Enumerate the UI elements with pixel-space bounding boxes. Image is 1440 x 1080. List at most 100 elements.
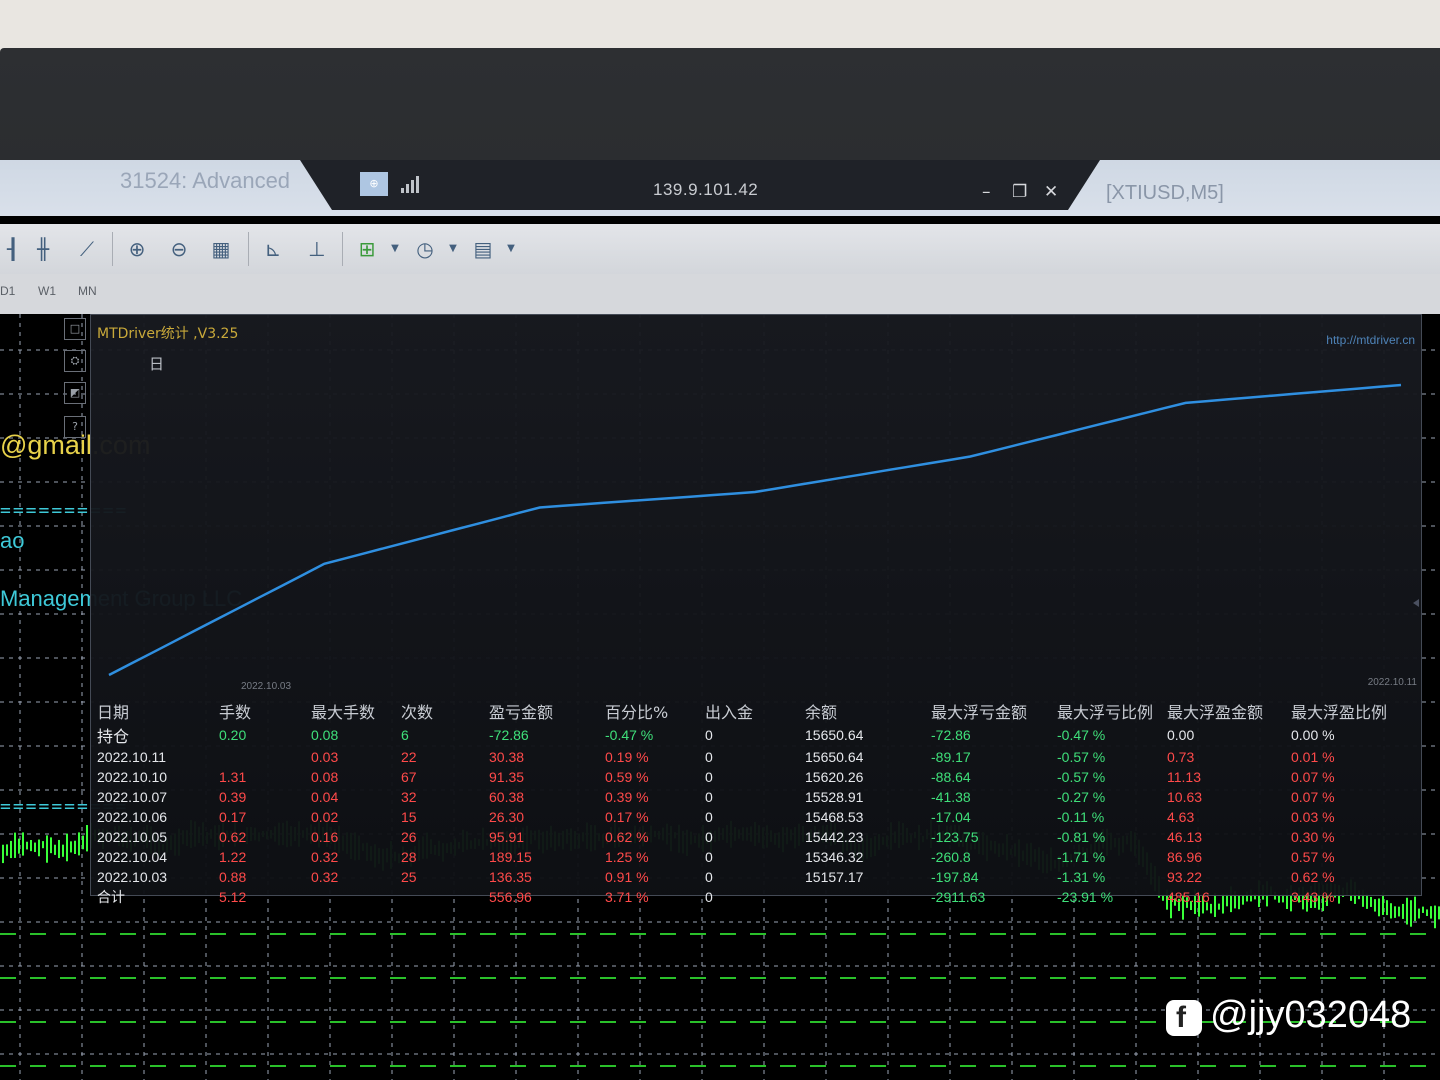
candlestick-icon[interactable]: ╫	[30, 236, 56, 262]
line-chart-icon[interactable]: ⟋	[74, 236, 100, 262]
table-cell: 合计	[97, 889, 125, 905]
window-title: 31524: Advanced	[120, 168, 291, 193]
table-cell: -123.75	[931, 829, 979, 845]
table-cell: 2022.10.04	[97, 849, 168, 865]
table-cell: 0.57 %	[1291, 849, 1335, 865]
table-row: 2022.10.10 1.31 0.08 67 91.35 0.59 % 0 15620.26…	[97, 767, 1391, 787]
candle	[1434, 905, 1436, 929]
table-cell: 15442.23	[805, 829, 864, 845]
candle	[66, 833, 68, 862]
candle	[50, 837, 52, 854]
table-cell: 86.96	[1167, 849, 1203, 865]
toolbar-separator	[248, 232, 249, 266]
table-cell: 0.39	[219, 789, 247, 805]
candle	[10, 840, 12, 859]
candle	[1394, 906, 1396, 918]
pin-icon[interactable]: ⊕	[360, 172, 388, 196]
table-cell: 0.17 %	[605, 809, 649, 825]
table-cell	[401, 887, 489, 907]
minimize-button[interactable]: –	[982, 182, 991, 202]
periods-icon[interactable]: ◷	[412, 236, 438, 262]
candle	[1406, 897, 1408, 925]
settings-icon[interactable]: ⛭	[64, 350, 86, 372]
candle	[54, 844, 56, 855]
bar-chart-icon[interactable]: ┨	[0, 236, 26, 262]
table-cell: 1.22	[219, 849, 247, 865]
templates-icon[interactable]: ▤	[470, 236, 496, 262]
table-cell: 0.07 %	[1291, 769, 1335, 785]
account-name: ao	[0, 528, 25, 553]
candle	[18, 838, 20, 854]
chevron-down-icon[interactable]: ▼	[440, 236, 466, 262]
curve-start-date: 2022.10.03	[241, 681, 292, 692]
table-cell: 0.17	[219, 809, 247, 825]
table-cell: -72.86	[489, 727, 529, 743]
table-cell: 67	[401, 769, 417, 785]
autoscroll-icon[interactable]: ⊥	[304, 236, 330, 262]
timeframe-d1[interactable]: D1	[0, 284, 15, 298]
candle	[46, 835, 48, 863]
table-cell: 11.13	[1167, 769, 1201, 785]
table-cell: 60.38	[489, 789, 525, 805]
chart-shift-icon[interactable]: ⊾	[260, 236, 286, 262]
table-cell: -0.57 %	[1057, 749, 1106, 765]
equity-curve-chart	[108, 383, 1419, 677]
table-cell: 2022.10.11	[97, 749, 167, 765]
restore-button[interactable]: ❐	[1012, 182, 1027, 202]
timeframe-w1[interactable]: W1	[38, 284, 56, 298]
chevron-down-icon[interactable]: ▼	[382, 236, 408, 262]
table-cell: 1.31	[219, 769, 247, 785]
table-cell: -88.64	[931, 769, 971, 785]
table-cell: 0.73	[1167, 749, 1195, 765]
table-cell: 0.08	[311, 727, 339, 743]
table-cell: 0.20	[219, 727, 247, 743]
candle	[78, 832, 80, 856]
table-cell: -0.27 %	[1057, 789, 1106, 805]
zoom-in-icon[interactable]: ⊕	[124, 236, 150, 262]
candle	[1398, 906, 1400, 917]
candle	[1402, 903, 1404, 919]
indicators-icon[interactable]: ⊞	[354, 236, 380, 262]
table-cell: 0	[705, 749, 713, 765]
table-cell: -17.04	[931, 809, 971, 825]
layout-icon[interactable]: ◩	[64, 382, 86, 404]
candle	[2, 844, 4, 864]
timeframe-mn[interactable]: MN	[78, 284, 97, 298]
signal-strength-icon	[401, 176, 419, 193]
table-cell: 26	[401, 829, 417, 845]
tile-windows-icon[interactable]: ▦	[208, 236, 234, 262]
table-row: 合计 5.12 556.96 3.71 % 0 -2911.63 -23.91 % 485.1…	[97, 887, 1391, 907]
close-button[interactable]: ✕	[1044, 182, 1058, 202]
candle	[70, 841, 72, 853]
column-header: 最大浮亏比例	[1057, 703, 1154, 722]
table-cell: 0.91 %	[605, 869, 649, 885]
candle	[34, 842, 36, 853]
table-cell: 0	[705, 789, 713, 805]
table-cell: -2911.63	[931, 889, 986, 905]
table-cell: 0.39 %	[605, 789, 649, 805]
candle	[62, 844, 64, 857]
table-cell: 30.38	[489, 749, 525, 765]
table-row: 持仓 0.20 0.08 6 -72.86 -0.47 % 0 15650.64 -72.86 -…	[97, 723, 1391, 747]
chevron-down-icon[interactable]: ▼	[498, 236, 524, 262]
table-cell: -1.71 %	[1057, 849, 1106, 865]
column-header: 最大手数	[311, 703, 376, 722]
candle	[1422, 906, 1424, 913]
candle	[14, 832, 16, 858]
table-cell: 0.19 %	[605, 749, 649, 765]
table-cell: 0	[705, 769, 713, 785]
table-cell: 0.16	[311, 829, 339, 845]
table-cell: 0	[705, 829, 713, 845]
table-cell: 0.03	[311, 749, 339, 765]
statistics-table: 日期 手数 最大手数 次数 盈亏金额 百分比% 出入金 余额 最大浮亏金额 最大浮亏比例 最大浮盈金…	[97, 699, 1391, 907]
collapse-icon[interactable]: □	[64, 318, 86, 340]
panel-url-link[interactable]: http://mtdriver.cn	[1326, 333, 1415, 347]
tab-day[interactable]: 日	[149, 353, 164, 374]
table-cell: 0	[705, 889, 713, 905]
table-cell: 0.03 %	[1291, 809, 1335, 825]
candle	[74, 840, 76, 854]
zoom-out-icon[interactable]: ⊖	[166, 236, 192, 262]
candle	[42, 841, 44, 849]
table-cell: -0.47 %	[605, 727, 654, 743]
candle	[38, 839, 40, 857]
